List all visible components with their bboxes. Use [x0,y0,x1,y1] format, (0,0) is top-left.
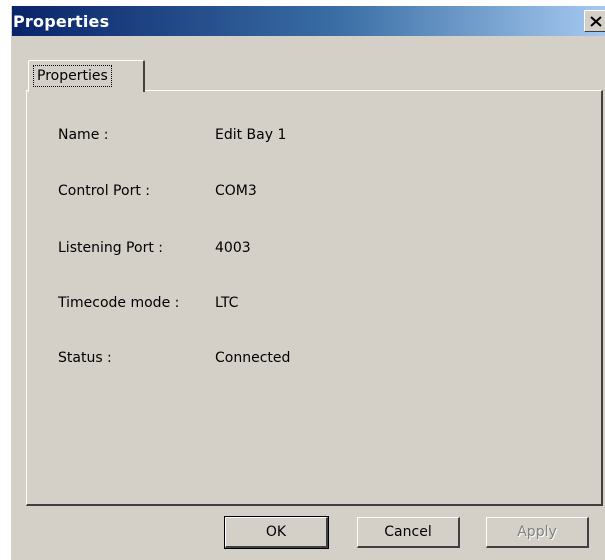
listening-port-value: 4003 [215,240,251,256]
listening-port-label: Listening Port : [58,240,163,256]
cancel-button-label: Cancel [384,524,432,540]
cancel-button[interactable]: Cancel [357,517,460,548]
close-button[interactable] [584,10,605,32]
control-port-value: COM3 [215,183,257,199]
window-title: Properties [13,12,110,31]
timecode-mode-value: LTC [215,295,239,311]
control-port-label: Control Port : [58,183,150,199]
apply-button-label: Apply [517,524,557,540]
tab-properties-label: Properties [33,65,112,87]
status-value: Connected [215,350,291,366]
ok-button-label: OK [265,524,287,540]
apply-button[interactable]: Apply [486,517,589,548]
timecode-mode-label: Timecode mode : [58,295,180,311]
name-label: Name : [58,127,109,143]
title-bar[interactable]: Properties [12,6,605,36]
status-label: Status : [58,350,112,366]
close-icon [590,15,602,27]
ok-button[interactable]: OK [224,516,329,549]
properties-dialog: Properties Properties Name : Edit Bay 1 … [11,6,605,560]
properties-panel: Name : Edit Bay 1 Control Port : COM3 Li… [26,90,603,506]
name-value: Edit Bay 1 [215,127,287,143]
tab-properties[interactable]: Properties [28,60,145,92]
